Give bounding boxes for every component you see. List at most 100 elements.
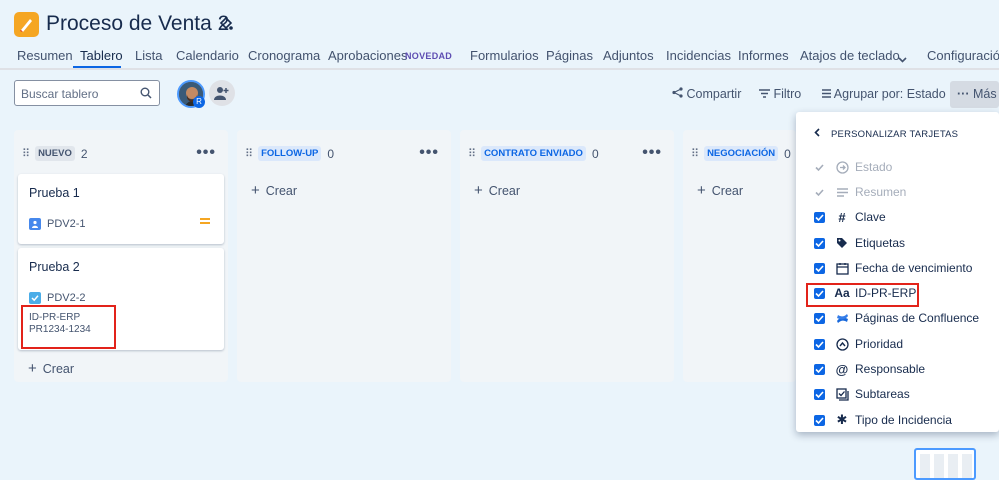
checkbox[interactable]: [814, 363, 825, 375]
search-input[interactable]: Buscar tablero: [14, 80, 160, 106]
filter-icon: [759, 87, 773, 101]
column-name: FOLLOW-UP: [258, 146, 322, 161]
option-label: Fecha de vencimiento: [855, 261, 973, 275]
tab-calendario[interactable]: Calendario: [176, 48, 239, 63]
panel-header: PERSONALIZAR TARJETAS: [814, 128, 958, 140]
option-label: Prioridad: [855, 337, 904, 351]
column-follow-up: ⠿ FOLLOW-UP 0 ••• + Crear: [237, 130, 451, 382]
option-label: Páginas de Confluence: [855, 311, 980, 325]
share-icon: [672, 87, 686, 101]
tag-icon: [834, 235, 850, 251]
story-icon: [29, 218, 41, 230]
checkbox[interactable]: [814, 312, 825, 324]
checkbox[interactable]: [814, 414, 825, 426]
group-by-button[interactable]: Agrupar por: Estado: [822, 87, 946, 101]
column-menu-icon[interactable]: •••: [642, 144, 662, 162]
option-label: Responsable: [855, 362, 926, 376]
create-button[interactable]: + Crear: [697, 182, 743, 199]
create-button[interactable]: + Crear: [28, 360, 74, 377]
tab-cronograma[interactable]: Cronograma: [248, 48, 320, 63]
checkbox[interactable]: [814, 211, 825, 223]
tab-bar: Resumen Tablero Lista Calendario Cronogr…: [0, 44, 999, 70]
search-placeholder: Buscar tablero: [21, 87, 99, 101]
drag-handle-icon[interactable]: ⠿: [691, 147, 699, 160]
option-confluence[interactable]: Páginas de Confluence: [814, 308, 979, 328]
at-icon: @: [835, 361, 849, 377]
checkbox[interactable]: [814, 388, 825, 400]
option-responsable[interactable]: @ Responsable: [814, 359, 925, 379]
tab-atajos[interactable]: Atajos de teclado: [800, 48, 900, 63]
tab-adjuntos[interactable]: Adjuntos: [603, 48, 654, 63]
drag-handle-icon[interactable]: ⠿: [245, 147, 253, 160]
create-button[interactable]: + Crear: [251, 182, 297, 199]
column-name: NUEVO: [35, 146, 75, 161]
option-label: Estado: [855, 160, 893, 174]
column-count: 0: [784, 146, 791, 161]
option-tipo-incidencia[interactable]: ✱ Tipo de Incidencia: [814, 410, 952, 430]
back-chevron-icon[interactable]: [814, 128, 820, 140]
checkbox[interactable]: [814, 237, 825, 249]
option-fecha-vencimiento[interactable]: Fecha de vencimiento: [814, 258, 972, 278]
tab-tablero[interactable]: Tablero: [80, 48, 123, 63]
tab-resumen[interactable]: Resumen: [17, 48, 73, 63]
task-icon: [29, 292, 41, 304]
new-badge: NOVEDAD: [405, 51, 453, 61]
checkbox: [814, 162, 825, 173]
board-minimap[interactable]: [914, 448, 976, 480]
drag-handle-icon[interactable]: ⠿: [22, 147, 30, 160]
create-button[interactable]: + Crear: [474, 182, 520, 199]
status-icon: [834, 159, 850, 175]
group-by-label: Agrupar por: Estado: [833, 87, 946, 101]
tab-formularios[interactable]: Formularios: [470, 48, 539, 63]
share-label: Compartir: [686, 87, 742, 101]
column-contrato-enviado: ⠿ CONTRATO ENVIADO 0 ••• + Crear: [460, 130, 674, 382]
highlight-box: [806, 283, 919, 307]
avatar-badge: R: [193, 96, 205, 108]
filter-label: Filtro: [773, 87, 802, 101]
filter-button[interactable]: Filtro: [759, 87, 801, 101]
list-icon: [822, 87, 834, 101]
create-label: Crear: [488, 184, 521, 198]
column-menu-icon[interactable]: •••: [419, 144, 439, 162]
active-tab-indicator: [73, 66, 121, 68]
option-label: Etiquetas: [855, 236, 906, 250]
column-count: 0: [591, 146, 599, 161]
project-icon[interactable]: [14, 12, 39, 37]
paint-bucket-icon[interactable]: [219, 15, 233, 36]
option-prioridad[interactable]: Prioridad: [814, 334, 903, 354]
search-icon: [140, 87, 152, 99]
card-prueba-1[interactable]: Prueba 1 PDV2-1: [18, 174, 224, 244]
column-negociacion: ⠿ NEGOCIACIÓN 0 + Crear: [683, 130, 796, 382]
checkbox[interactable]: [814, 338, 825, 350]
drag-handle-icon[interactable]: ⠿: [468, 147, 476, 160]
column-menu-icon[interactable]: •••: [196, 144, 216, 162]
tab-lista[interactable]: Lista: [135, 48, 162, 63]
more-label: Más: [972, 87, 997, 101]
tab-configuracion[interactable]: Configuración: [927, 48, 999, 63]
summary-icon: [834, 184, 850, 200]
tab-paginas[interactable]: Páginas: [546, 48, 593, 63]
card-key-label: PDV2-1: [47, 218, 86, 230]
chevron-down-icon[interactable]: [898, 50, 907, 68]
priority-icon: [834, 336, 850, 352]
option-clave[interactable]: # Clave: [814, 207, 886, 227]
option-label: Tipo de Incidencia: [855, 413, 952, 427]
more-button-content[interactable]: ··· Más: [957, 87, 997, 101]
more-dots-icon: ···: [957, 87, 970, 101]
add-user-button[interactable]: [209, 80, 235, 106]
subtasks-icon: [834, 386, 850, 402]
priority-medium-icon: [200, 218, 210, 226]
share-button[interactable]: Compartir: [672, 87, 741, 101]
tab-informes[interactable]: Informes: [738, 48, 789, 63]
highlight-box: [21, 305, 116, 349]
tab-incidencias[interactable]: Incidencias: [666, 48, 731, 63]
plus-icon: +: [474, 182, 483, 199]
customize-cards-panel: PERSONALIZAR TARJETAS Estado Resumen # C…: [796, 112, 999, 432]
option-subtareas[interactable]: Subtareas: [814, 384, 910, 404]
card-title: Prueba 2: [29, 260, 80, 274]
hash-icon: #: [838, 209, 846, 225]
option-label: Subtareas: [855, 387, 910, 401]
checkbox[interactable]: [814, 262, 825, 274]
option-etiquetas[interactable]: Etiquetas: [814, 233, 905, 253]
tab-aprobaciones[interactable]: Aprobaciones: [328, 48, 408, 63]
